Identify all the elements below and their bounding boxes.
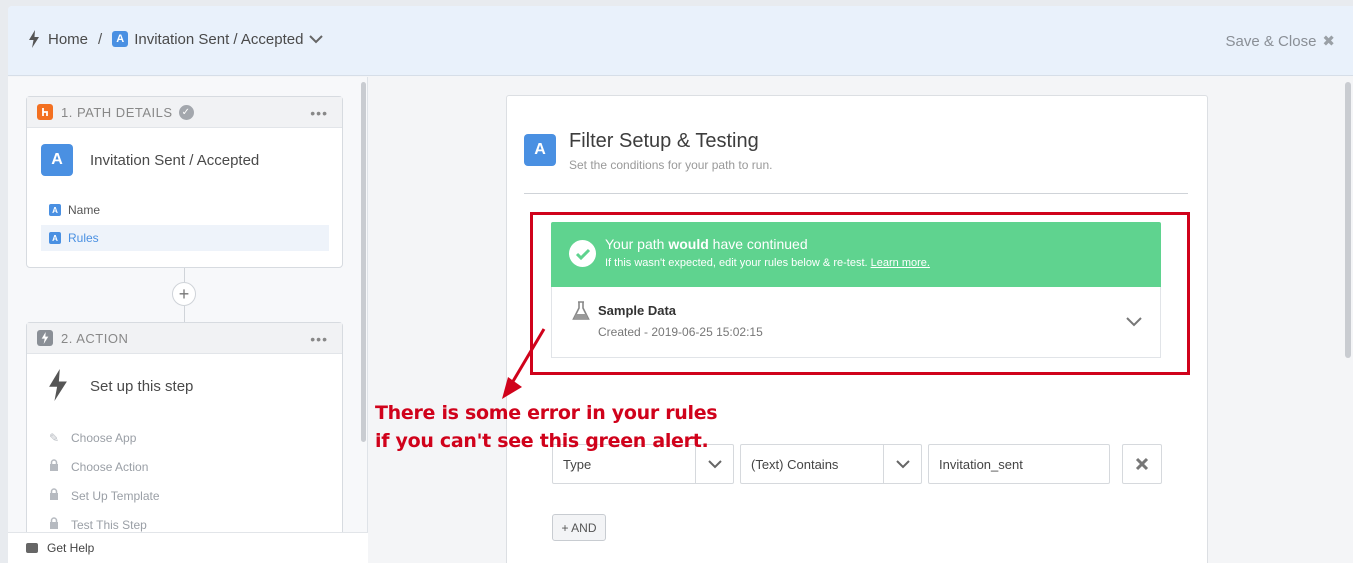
save-close-button[interactable]: Save & Close ✖ [1225,32,1335,51]
alert-title: Your path would have continued [605,236,808,252]
path-badge-mini: A [49,232,61,244]
chevron-down-icon[interactable] [309,34,324,44]
chevron-down-icon [883,445,921,483]
main-content: A Filter Setup & Testing Set the conditi… [369,77,1353,563]
app-window: Home / A Invitation Sent / Accepted Save… [8,6,1353,563]
sample-data-title: Sample Data [598,303,677,318]
more-menu-icon[interactable]: ••• [310,331,328,347]
learn-more-link[interactable]: Learn more. [871,257,930,269]
lock-icon [47,517,61,532]
bolt-icon [37,330,53,346]
step-item-test-this-step: Test This Step [47,517,147,532]
step-item-label: Set Up Template [71,488,160,503]
step-item-choose-app[interactable]: ✎ Choose App [47,431,136,445]
annotation-line-1: There is some error in your rules [375,402,718,424]
step-card-action[interactable]: 2. ACTION ••• Set up this step ✎ Choose … [26,322,343,552]
success-alert: Your path would have continued If this w… [551,222,1161,287]
bolt-icon [49,369,67,401]
step-name: Invitation Sent / Accepted [90,152,260,169]
step-item-set-up-template: Set Up Template [47,488,160,503]
divider [524,193,1188,194]
step-item-label: Choose App [71,431,137,445]
get-help-button[interactable]: Get Help [8,532,368,563]
sample-data-created: Created - 2019-06-25 15:02:15 [598,325,763,339]
lock-icon [47,488,61,503]
breadcrumb: Home / A Invitation Sent / Accepted [28,30,324,48]
get-help-label: Get Help [47,541,95,555]
bolt-icon [29,30,39,48]
sidebar-item-name[interactable]: A Name [41,197,329,223]
breadcrumb-home[interactable]: Home [48,31,88,48]
sidebar-scrollbar[interactable] [361,82,366,442]
add-and-condition-button[interactable]: + AND [552,514,606,541]
paths-icon [37,104,53,120]
step-item-label: Choose Action [71,459,149,474]
sidebar-item-label: Name [68,203,101,217]
flask-icon [572,301,590,320]
annotation-text: There is some error in your rules if you… [375,399,718,455]
step-card-title: 1. PATH DETAILS [61,104,173,120]
path-badge: A [112,31,129,47]
path-badge-large: A [41,144,73,176]
chat-icon [26,543,38,553]
page-subtitle: Set the conditions for your path to run. [569,158,773,172]
annotation-line-2: if you can't see this green alert. [375,430,709,452]
pencil-icon: ✎ [48,431,60,445]
sidebar-item-label: Rules [68,231,99,245]
filter-panel: A Filter Setup & Testing Set the conditi… [506,95,1208,563]
path-badge-mini: A [49,204,61,216]
step-item-choose-action: Choose Action [47,459,148,474]
breadcrumb-path-title[interactable]: Invitation Sent / Accepted [134,31,303,48]
chevron-down-icon[interactable] [1126,317,1142,327]
step-item-label: Test This Step [71,517,147,532]
left-sidebar: 1. PATH DETAILS ✓ ••• A Invitation Sent … [8,77,368,563]
main-scrollbar[interactable] [1345,82,1351,358]
check-circle-icon [569,240,596,267]
rule-value-input[interactable]: Invitation_sent [928,444,1110,484]
connector-line [184,268,185,282]
step-card-header: 1. PATH DETAILS ✓ ••• [27,97,342,128]
add-step-button[interactable]: + [172,282,196,306]
lock-icon [47,459,61,474]
rule-operator-value: (Text) Contains [751,456,839,472]
top-header: Home / A Invitation Sent / Accepted Save… [8,6,1353,76]
remove-rule-button[interactable] [1122,444,1162,484]
sample-data-row[interactable]: Sample Data Created - 2019-06-25 15:02:1… [551,287,1161,358]
connector-line [184,306,185,322]
annotation-arrow-icon [502,328,546,399]
rule-value-text: Invitation_sent [939,456,1023,472]
more-menu-icon[interactable]: ••• [310,105,328,121]
step-name: Set up this step [90,378,194,395]
step-card-path-details[interactable]: 1. PATH DETAILS ✓ ••• A Invitation Sent … [26,96,343,268]
step-card-header: 2. ACTION ••• [27,323,342,354]
close-icon: ✖ [1322,33,1335,50]
page-title: Filter Setup & Testing [569,130,759,152]
alert-subtext: If this wasn't expected, edit your rules… [605,257,930,269]
rule-field-value: Type [563,456,592,472]
rule-operator-select[interactable]: (Text) Contains [740,444,922,484]
check-icon: ✓ [178,104,194,120]
breadcrumb-separator: / [98,30,103,48]
save-close-label: Save & Close [1225,32,1317,50]
step-card-title: 2. ACTION [61,330,129,346]
sidebar-item-rules[interactable]: A Rules [41,225,329,251]
path-badge-large: A [524,134,556,166]
close-icon [1135,457,1149,471]
